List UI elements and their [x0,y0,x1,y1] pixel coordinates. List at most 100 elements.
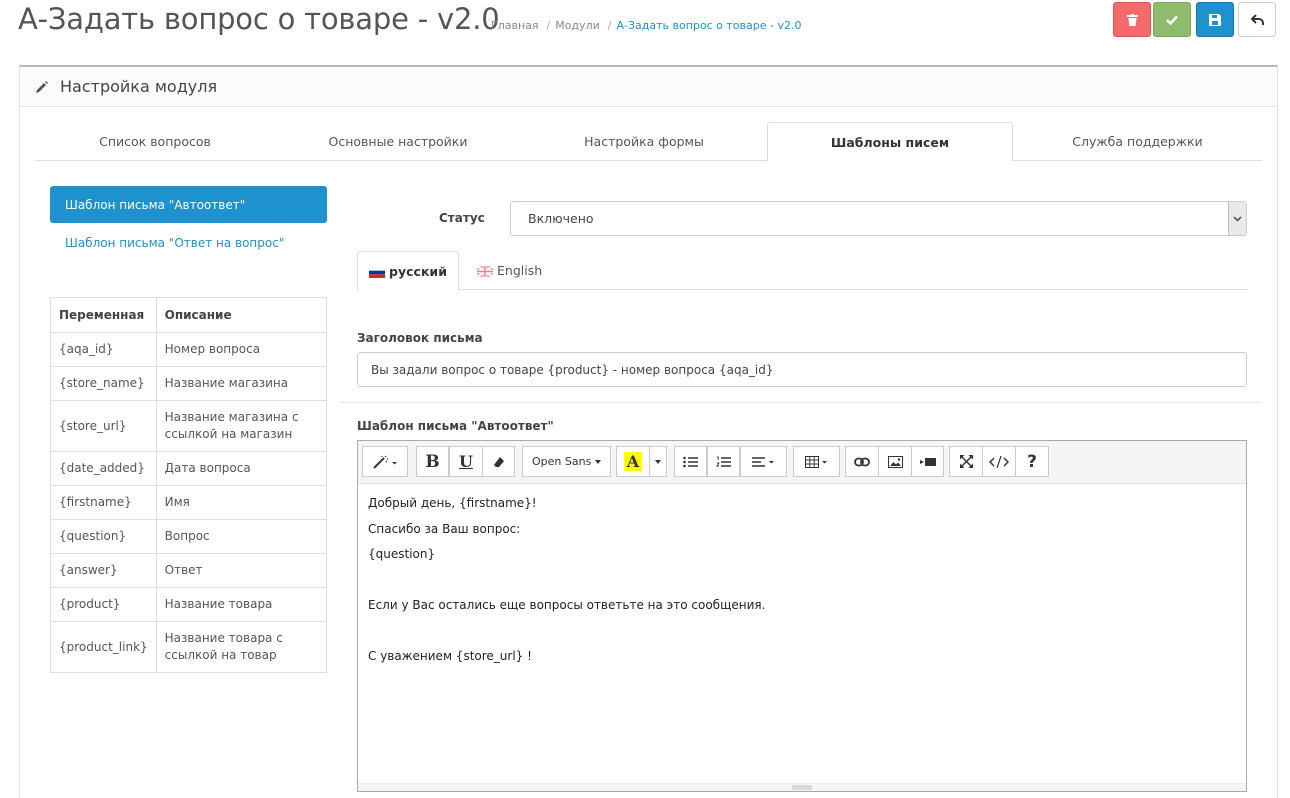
resize-handle[interactable] [358,783,1246,791]
page-title: А-Задать вопрос о товаре - v2.0 [18,2,500,36]
panel-title: Настройка модуля [60,77,218,96]
save-stay-button[interactable] [1196,2,1234,37]
editor-toolbar: B U Open Sans A ? [358,441,1246,484]
align-left-icon [751,456,774,467]
caret-down-icon [595,459,602,464]
variable-cell: {answer} [50,553,157,588]
table-header-row: Переменная Описание [50,297,328,333]
back-button[interactable] [1238,2,1276,37]
table-row: {question} Вопрос [50,519,328,554]
variable-cell: {product_link} [50,621,157,673]
variable-cell: {product} [50,587,157,622]
breadcrumb-home[interactable]: Главная [491,19,539,32]
tab-form-settings[interactable]: Настройка формы [521,122,767,161]
russian-flag-icon [368,266,386,278]
subject-input[interactable]: Вы задали вопрос о товаре {product} - но… [357,352,1247,387]
table-row: {product_link} Название товара с ссылкой … [50,621,328,673]
list-ol-icon [716,456,731,467]
status-label: Статус [439,211,485,225]
description-cell: Номер вопроса [155,332,328,367]
style-button[interactable] [362,446,408,477]
clear-format-button[interactable] [482,446,515,477]
content-line [368,623,1246,649]
variable-cell: {store_url} [50,400,157,452]
bold-icon: B [425,451,440,472]
tab-email-templates[interactable]: Шаблоны писем [767,122,1013,162]
link-icon [854,457,870,466]
bold-button[interactable]: B [416,446,449,477]
highlight-icon: A [623,452,643,471]
text-color-button[interactable]: A [616,446,650,477]
panel-heading: Настройка модуля [20,67,1277,107]
check-icon [1166,15,1178,25]
tab-lang-ru[interactable]: русский [357,251,459,291]
grip-icon [792,785,812,790]
caret-down-icon [655,459,661,464]
description-cell: Название магазина [155,366,328,401]
font-name-select[interactable]: Open Sans [522,446,611,477]
breadcrumb: Главная / Модули / А-Задать вопрос о товаре … [491,19,802,32]
description-cell: Название магазина с ссылкой на магазин [155,400,328,452]
description-cell: Имя [155,485,328,520]
divider [340,402,1262,403]
content-line: Спасибо за Ваш вопрос: [368,521,521,536]
tab-main-settings[interactable]: Основные настройки [275,122,521,161]
unordered-list-button[interactable] [674,446,707,477]
color-dropdown-button[interactable] [649,446,667,477]
content-line: {question} [368,547,436,561]
status-value: Включено [528,211,594,226]
magic-wand-icon [373,455,397,469]
content-line: Если у Вас остались еще вопросы ответьте… [368,598,766,612]
lang-ru-label: русский [389,263,447,279]
reply-icon [1250,13,1264,25]
underline-icon: U [459,452,473,471]
floppy-icon [1209,13,1221,26]
fullscreen-button[interactable] [949,446,983,477]
template-autoreply-item[interactable]: Шаблон письма "Автоответ" [50,186,327,223]
subject-label: Заголовок письма [357,331,483,345]
help-icon: ? [1027,451,1037,472]
content-line: Добрый день, {firstname}! [368,496,537,510]
tab-support[interactable]: Служба поддержки [1013,122,1262,161]
table-button[interactable] [793,446,840,477]
video-icon [919,457,936,466]
template-label: Шаблон письма "Автоответ" [357,419,554,433]
description-cell: Название товара [155,587,328,622]
tab-questions[interactable]: Список вопросов [35,122,275,161]
breadcrumb-modules[interactable]: Модули [555,19,600,32]
help-button[interactable]: ? [1015,446,1049,477]
table-row: {store_url} Название магазина с ссылкой н… [50,400,328,452]
code-icon [989,455,1009,468]
breadcrumb-current[interactable]: А-Задать вопрос о товаре - v2.0 [616,19,801,32]
expand-icon [959,455,973,468]
save-button[interactable] [1153,2,1191,37]
delete-button[interactable] [1113,2,1151,37]
tab-lang-en[interactable]: English [476,251,543,290]
content-line [368,572,1246,598]
variable-cell: {store_name} [50,366,157,401]
column-header: Переменная [50,297,157,333]
uk-flag-icon [476,265,494,278]
variable-cell: {question} [50,519,157,554]
paragraph-align-button[interactable] [740,446,787,477]
video-button[interactable] [911,446,944,477]
template-answer-item[interactable]: Шаблон письма "Ответ на вопрос" [65,236,284,250]
column-header: Описание [155,297,328,333]
lang-en-label: English [497,263,543,278]
image-button[interactable] [878,446,912,477]
eraser-icon [493,456,504,467]
table-row: {date_added} Дата вопроса [50,451,328,486]
underline-button[interactable]: U [449,446,483,477]
editor-content[interactable]: Добрый день, {firstname}! Спасибо за Ваш… [358,484,1246,674]
list-ul-icon [683,456,698,467]
variables-table: Переменная Описание {aqa_id} Номер вопрос… [50,297,328,673]
description-cell: Ответ [155,553,328,588]
table-row: {firstname} Имя [50,485,328,520]
table-icon [804,455,827,468]
status-select[interactable]: Включено [510,201,1247,236]
variable-cell: {firstname} [50,485,157,520]
link-button[interactable] [845,446,879,477]
ordered-list-button[interactable] [707,446,740,477]
code-view-button[interactable] [982,446,1016,477]
language-tabs: русский English [357,251,1248,291]
